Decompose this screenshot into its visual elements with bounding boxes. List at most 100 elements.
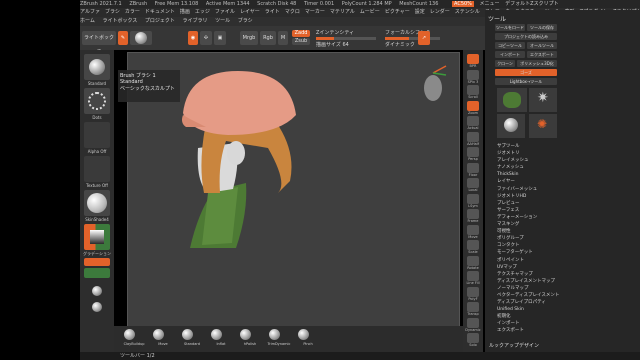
- tool-subpalette-item[interactable]: ディスプレイスメントマップ: [497, 278, 617, 285]
- menu-item[interactable]: ステンシル: [455, 9, 480, 15]
- brush-selector[interactable]: [84, 54, 110, 80]
- tool-subpalette-item[interactable]: コンタクト: [497, 242, 617, 249]
- right-shelf-button[interactable]: [467, 69, 479, 80]
- bottom-brush-icon[interactable]: [240, 329, 251, 340]
- menu-item[interactable]: カラー: [125, 9, 140, 15]
- rgb-button[interactable]: Rgb: [260, 31, 276, 45]
- tool-subpalette-item[interactable]: UVマップ: [497, 264, 617, 271]
- tool-subpalette-item[interactable]: テクスチャマップ: [497, 271, 617, 278]
- right-shelf-button[interactable]: [467, 178, 479, 188]
- clone-button[interactable]: クローン: [495, 60, 515, 67]
- alpha-selector[interactable]: [84, 122, 110, 148]
- secondary-color-swatch[interactable]: [84, 268, 110, 278]
- right-shelf-button[interactable]: [467, 209, 479, 219]
- bottom-brush-icon[interactable]: [211, 329, 222, 340]
- bottom-brush-icon[interactable]: [182, 329, 193, 340]
- tool-subpalette-item[interactable]: ディスプレイプロパティ: [497, 299, 617, 306]
- right-shelf-button[interactable]: [467, 116, 479, 126]
- material-selector[interactable]: [84, 190, 110, 216]
- menu-item[interactable]: ドキュメント: [145, 9, 175, 15]
- goz-button[interactable]: ゴーズ: [495, 69, 557, 76]
- right-shelf-button[interactable]: [467, 271, 479, 281]
- make-polymesh-button[interactable]: ポリメッシュ3D化: [517, 60, 557, 67]
- tool-subpalette-item[interactable]: ポリペイント: [497, 257, 617, 264]
- right-shelf-button[interactable]: [467, 224, 479, 235]
- zintensity-slider[interactable]: [316, 37, 376, 40]
- zscript-link[interactable]: デフォルトZスクリプト: [505, 1, 558, 7]
- subbar-item[interactable]: ライブラリ: [183, 18, 208, 24]
- zadd-button[interactable]: Zadd: [292, 30, 310, 37]
- bottom-brush-icon[interactable]: [269, 329, 280, 340]
- tool-subpalette-item[interactable]: ファイバーメッシュ: [497, 186, 617, 193]
- tool-subpalette-item[interactable]: ノーマルマップ: [497, 285, 617, 292]
- right-shelf-button[interactable]: [467, 240, 479, 250]
- ac-badge[interactable]: AC50%: [452, 1, 474, 7]
- right-shelf-button[interactable]: [467, 54, 479, 64]
- mrgb-button[interactable]: Mrgb: [240, 31, 258, 45]
- color-picker[interactable]: [84, 224, 110, 250]
- tool-subpalette-item[interactable]: インポート: [497, 320, 617, 327]
- tool-subpalette-item[interactable]: エクスポート: [497, 327, 617, 334]
- import-button[interactable]: インポート: [495, 51, 525, 58]
- tool-subpalette-item[interactable]: サブツール: [497, 143, 617, 150]
- menu-item[interactable]: ファイル: [215, 9, 235, 15]
- tool-subpalette-item[interactable]: モーフターゲット: [497, 249, 617, 256]
- tool-thumb-simplebrush[interactable]: ✺: [529, 114, 557, 138]
- bottom-brush-icon[interactable]: [298, 329, 309, 340]
- tool-subpalette-item[interactable]: ThickSkin: [497, 171, 617, 178]
- menu-item[interactable]: マテリアル: [330, 9, 355, 15]
- draw-mode-button[interactable]: ◉: [188, 31, 198, 45]
- subbar-item[interactable]: ツール: [215, 18, 230, 24]
- tool-subpalette-item[interactable]: アレイメッシュ: [497, 157, 617, 164]
- tool-subpalette-item[interactable]: ジオメトリ: [497, 150, 617, 157]
- stroke-selector[interactable]: [84, 88, 110, 114]
- scale-mode-button[interactable]: ▣: [214, 31, 226, 45]
- tool-subpalette-item[interactable]: ナノメッシュ: [497, 164, 617, 171]
- load-tool-button[interactable]: ツールをロード: [495, 24, 525, 31]
- subbar-item[interactable]: ブラシ: [238, 18, 253, 24]
- menu-item[interactable]: マーカー: [305, 9, 325, 15]
- menu-item[interactable]: ライト: [265, 9, 280, 15]
- menu-link[interactable]: メニュー: [480, 1, 500, 7]
- edit-mode-button[interactable]: ✎: [118, 31, 128, 45]
- brush-preset-icon[interactable]: [92, 286, 102, 296]
- brush-preset-icon[interactable]: [92, 302, 102, 312]
- tool-subpalette-item[interactable]: ベクターディスプレイスメント: [497, 292, 617, 299]
- all-tools-button[interactable]: オールツール: [527, 42, 557, 49]
- tool-subpalette-item[interactable]: レイヤー: [497, 178, 617, 185]
- right-shelf-button[interactable]: [467, 255, 479, 266]
- right-shelf-button[interactable]: [467, 147, 479, 157]
- menu-item[interactable]: 設定: [415, 9, 425, 15]
- export-button[interactable]: エクスポート: [527, 51, 557, 58]
- bottom-brush-icon[interactable]: [153, 329, 164, 340]
- tool-subpalette-item[interactable]: マスキング: [497, 221, 617, 228]
- texture-selector[interactable]: [84, 156, 110, 182]
- right-shelf-button[interactable]: [467, 100, 479, 111]
- dynamic-toggle[interactable]: ↗: [418, 31, 430, 45]
- menu-item[interactable]: ピクチャー: [385, 9, 410, 15]
- focal-shift-slider[interactable]: [385, 37, 440, 40]
- subbar-item[interactable]: ライトボックス: [102, 18, 137, 24]
- menu-item[interactable]: アルファ: [80, 9, 100, 15]
- right-shelf-button[interactable]: [467, 162, 479, 173]
- right-shelf-button[interactable]: [467, 85, 479, 95]
- menu-item[interactable]: 描画: [180, 9, 190, 15]
- tool-subpalette-item[interactable]: ジオメトリHD: [497, 193, 617, 200]
- tool-subpalette-item[interactable]: ポリグループ: [497, 235, 617, 242]
- menu-item[interactable]: レンダー: [430, 9, 450, 15]
- current-tool-button[interactable]: [130, 31, 152, 45]
- subbar-item[interactable]: プロジェクト: [145, 18, 175, 24]
- tool-subpalette-item[interactable]: Unified Skin: [497, 306, 617, 313]
- menu-item[interactable]: ブラシ: [105, 9, 120, 15]
- copy-tool-button[interactable]: コピーツール: [495, 42, 525, 49]
- tool-thumb-star[interactable]: ✷: [529, 88, 557, 112]
- tool-subpalette-item[interactable]: プレビュー: [497, 200, 617, 207]
- menu-item[interactable]: ムービー: [360, 9, 380, 15]
- right-shelf-button[interactable]: [467, 286, 479, 297]
- tool-thumb-sphere[interactable]: [497, 114, 525, 138]
- tool-thumb-model[interactable]: [497, 88, 527, 112]
- right-shelf-button[interactable]: [467, 302, 479, 312]
- primary-color-swatch[interactable]: [84, 258, 110, 266]
- move-mode-button[interactable]: ✣: [200, 31, 212, 45]
- tool-subpalette-item[interactable]: サーフェス: [497, 207, 617, 214]
